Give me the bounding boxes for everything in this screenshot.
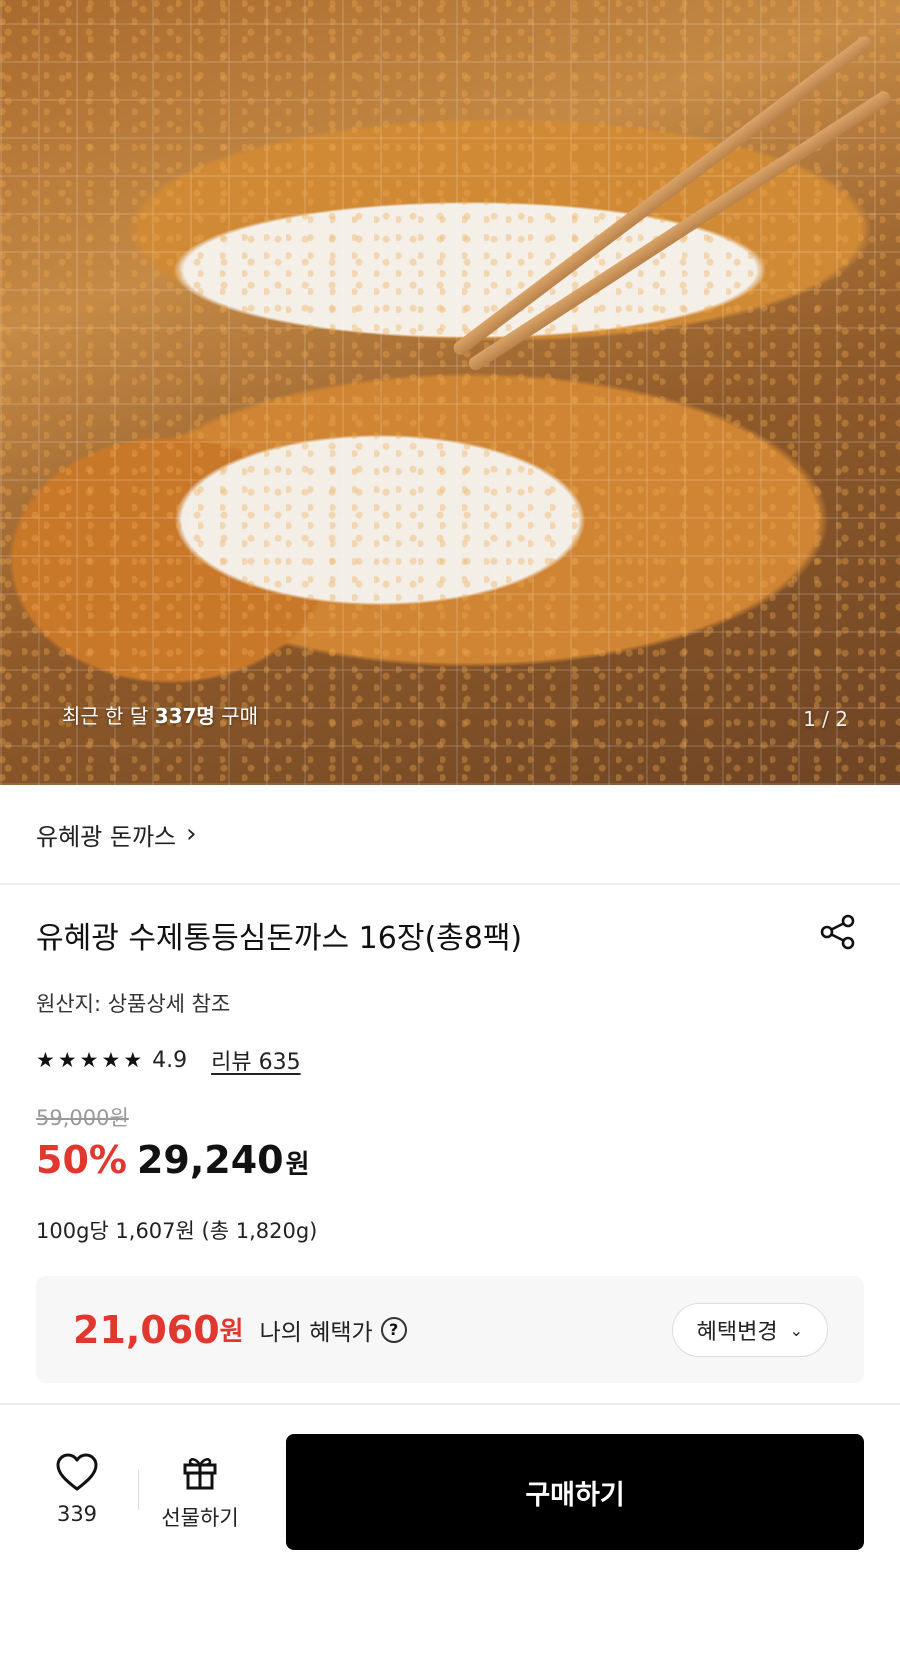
gift-label: 선물하기 — [161, 1506, 239, 1530]
buy-button[interactable]: 구매하기 — [286, 1434, 864, 1550]
benefit-box: 21,060 원 나의 혜택가 ? 혜택변경 ⌄ — [36, 1276, 864, 1383]
product-image[interactable]: 최근 한 달 337명 구매 1 / 2 — [0, 0, 900, 785]
product-title: 유혜광 수제통등심돈까스 16장(총8팩) — [36, 921, 523, 956]
change-benefit-button[interactable]: 혜택변경 ⌄ — [671, 1303, 828, 1357]
benefit-currency: 원 — [219, 1317, 244, 1347]
like-count: 339 — [56, 1502, 98, 1526]
review-link[interactable]: 리뷰 635 — [211, 1044, 300, 1076]
recent-purchase-text: 최근 한 달 337명 구매 — [62, 704, 259, 728]
star-icon: ★ — [123, 1048, 143, 1072]
divider — [0, 1403, 900, 1405]
gift-button[interactable]: 선물하기 — [150, 1452, 250, 1532]
change-benefit-label: 혜택변경 — [696, 1320, 778, 1345]
sale-price: 29,240 — [136, 1138, 284, 1182]
unit-price: 100g당 1,607원 (총 1,820g) — [36, 1219, 318, 1243]
gift-icon — [183, 1458, 217, 1490]
brand-link[interactable]: 유혜광 돈까스 › — [0, 785, 900, 885]
separator — [138, 1470, 139, 1510]
help-icon[interactable]: ? — [380, 1316, 407, 1343]
origin-info: 원산지: 상품상세 참조 — [36, 992, 231, 1016]
discount-rate: 50% — [36, 1138, 127, 1182]
rating-value: 4.9 — [152, 1047, 188, 1073]
star-icon: ★ — [57, 1048, 77, 1072]
share-icon[interactable] — [818, 912, 858, 952]
original-price: 59,000원 — [36, 1106, 129, 1130]
star-rating: ★ ★ ★ ★ ★ — [36, 1048, 142, 1072]
star-icon: ★ — [101, 1048, 121, 1072]
like-button[interactable]: 339 — [40, 1452, 114, 1526]
chevron-down-icon: ⌄ — [789, 1320, 803, 1340]
star-icon: ★ — [79, 1048, 99, 1072]
benefit-label: 나의 혜택가 — [259, 1319, 373, 1346]
chevron-right-icon: › — [186, 819, 197, 849]
brand-name: 유혜광 돈까스 — [36, 822, 177, 851]
price-row: 50% 29,240 원 — [36, 1138, 310, 1182]
image-pager: 1 / 2 — [803, 707, 848, 731]
star-icon: ★ — [36, 1048, 55, 1072]
benefit-price: 21,060 — [73, 1307, 220, 1352]
heart-icon — [56, 1453, 98, 1491]
price-currency: 원 — [285, 1150, 310, 1180]
rating-row: ★ ★ ★ ★ ★ 4.9 리뷰 635 — [36, 1044, 301, 1076]
